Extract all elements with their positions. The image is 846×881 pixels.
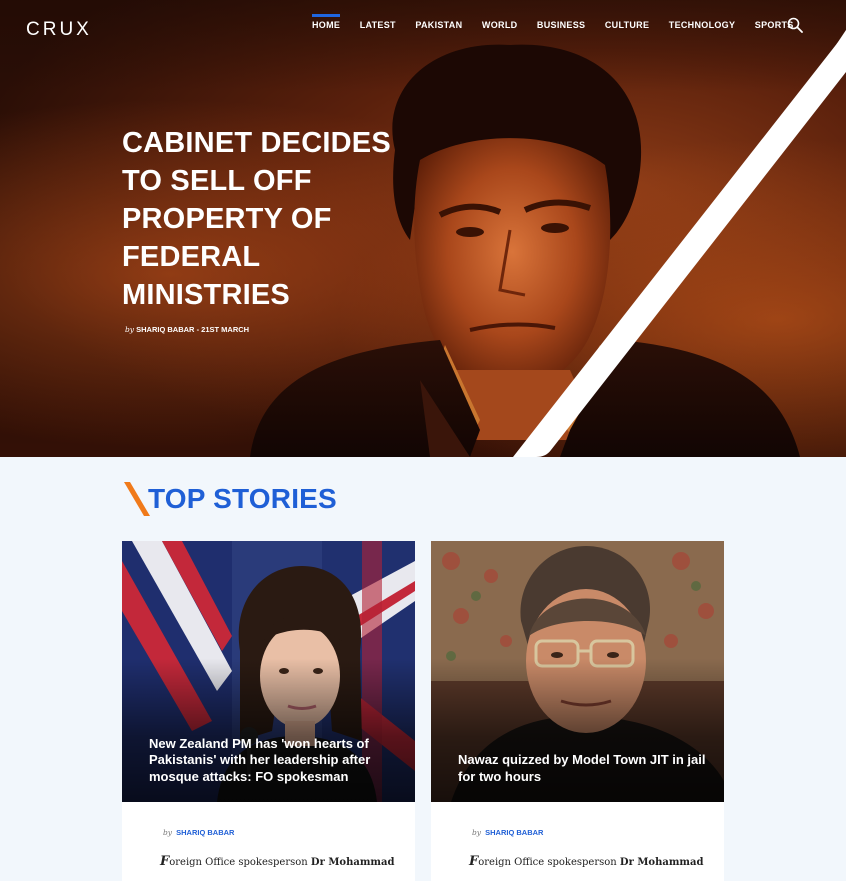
byline-prefix: by <box>163 828 173 837</box>
top-stories-heading: TOP STORIES <box>122 482 337 516</box>
excerpt-text: oreign Office spokesperson <box>478 857 620 868</box>
nav-item-home[interactable]: HOME <box>312 14 341 30</box>
story-title[interactable]: Nawaz quizzed by Model Town JIT in jail … <box>458 752 706 785</box>
excerpt-text: oreign Office spokesperson <box>169 857 311 868</box>
story-excerpt: Foreign Office spokesperson Dr Mohammad <box>469 854 703 869</box>
story-excerpt: Foreign Office spokesperson Dr Mohammad <box>160 854 394 869</box>
story-author[interactable]: SHARIQ BABAR <box>485 828 543 837</box>
story-image[interactable]: New Zealand PM has 'won hearts of Pakist… <box>122 541 415 802</box>
excerpt-dropcap: F <box>469 854 479 869</box>
nav-item-culture[interactable]: CULTURE <box>605 20 649 30</box>
accent-slash-icon <box>124 482 150 516</box>
nav-item-business[interactable]: BUSINESS <box>537 20 585 30</box>
hero-banner[interactable]: CRUX HOME LATEST PAKISTAN WORLD BUSINESS… <box>0 0 846 457</box>
hero-byline: by SHARIQ BABAR - 21ST MARCH <box>125 325 249 334</box>
byline-prefix: by <box>472 828 482 837</box>
byline-prefix: by <box>125 325 135 334</box>
excerpt-bold: Dr Mohammad <box>310 857 395 868</box>
top-navigation: CRUX HOME LATEST PAKISTAN WORLD BUSINESS… <box>0 0 846 52</box>
section-title: TOP STORIES <box>148 483 337 514</box>
excerpt-dropcap: F <box>160 854 170 869</box>
nav-item-pakistan[interactable]: PAKISTAN <box>415 20 462 30</box>
excerpt-bold: Dr Mohammad <box>619 857 704 868</box>
main-nav: HOME LATEST PAKISTAN WORLD BUSINESS CULT… <box>312 14 813 30</box>
story-byline: by SHARIQ BABAR <box>163 828 234 837</box>
hero-date: 21ST MARCH <box>201 325 250 334</box>
hero-headline[interactable]: CABINET DECIDES TO SELL OFF PROPERTY OF … <box>122 124 422 314</box>
search-icon[interactable] <box>787 17 803 33</box>
nav-item-world[interactable]: WORLD <box>482 20 518 30</box>
hero-author[interactable]: SHARIQ BABAR <box>136 325 194 334</box>
story-card[interactable]: Nawaz quizzed by Model Town JIT in jail … <box>431 541 724 881</box>
story-image[interactable]: Nawaz quizzed by Model Town JIT in jail … <box>431 541 724 802</box>
story-title[interactable]: New Zealand PM has 'won hearts of Pakist… <box>149 736 397 786</box>
crux-logo[interactable]: CRUX <box>26 19 92 41</box>
story-byline: by SHARIQ BABAR <box>472 828 543 837</box>
story-author[interactable]: SHARIQ BABAR <box>176 828 234 837</box>
story-card[interactable]: New Zealand PM has 'won hearts of Pakist… <box>122 541 415 881</box>
nav-item-latest[interactable]: LATEST <box>360 20 396 30</box>
nav-item-technology[interactable]: TECHNOLOGY <box>669 20 736 30</box>
